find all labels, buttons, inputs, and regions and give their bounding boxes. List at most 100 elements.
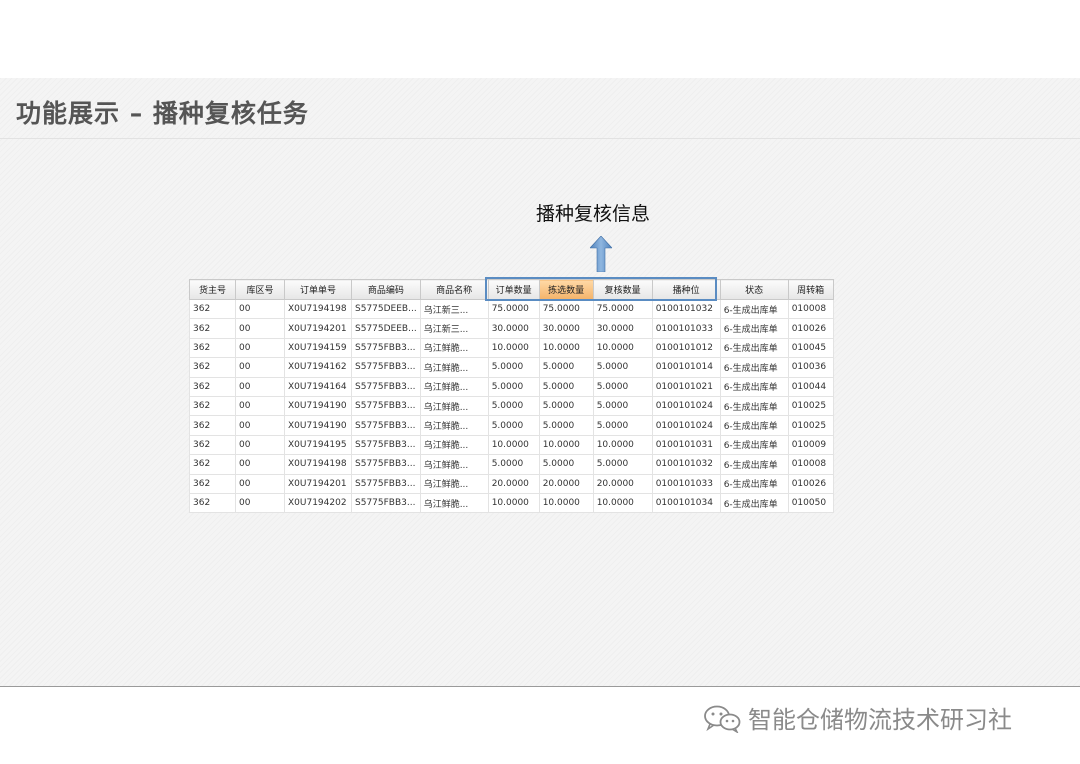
table-cell: 362 (189, 415, 236, 436)
table-cell: 0100101014 (651, 357, 721, 378)
table-cell: 0100101031 (651, 435, 721, 456)
wechat-icon (704, 705, 741, 733)
column-header[interactable]: 订单单号 (284, 279, 352, 300)
column-header[interactable]: 商品名称 (419, 279, 489, 300)
table-cell: 0100101034 (651, 493, 721, 514)
table-cell: 10.0000 (538, 493, 594, 514)
up-arrow-icon (590, 236, 612, 272)
table-cell: S5775FBB3... (351, 415, 421, 436)
table-cell: 00 (235, 396, 285, 417)
table-row[interactable]: 362 00 X0U7194198 S5775FBB3... 乌江鲜脆... 5.0000… (189, 454, 834, 475)
column-header[interactable]: 货主号 (189, 279, 236, 300)
table-cell: 362 (189, 377, 236, 397)
table-cell: 0100101032 (651, 299, 721, 320)
table-cell: 6-生成出库单 (719, 299, 789, 320)
table-cell: X0U7194162 (284, 357, 352, 378)
table-cell: 0100101012 (651, 338, 721, 359)
data-grid: 货主号 库区号 订单单号 商品编码 商品名称 订单数量 拣选数量 复核数量 播种位 状态 周转箱 3… (189, 279, 834, 514)
table-row[interactable]: 362 00 X0U7194190 S5775FBB3... 乌江鲜脆... 5.0000… (189, 396, 834, 417)
table-cell: S5775FBB3... (351, 435, 421, 456)
table-cell: 0100101033 (651, 474, 721, 494)
table-cell: 10.0000 (487, 435, 540, 456)
grid-body: 362 00 X0U7194198 S5775DEEB... 乌江新三... 75.000… (189, 299, 834, 514)
watermark-text: 智能仓储物流技术研习社 (748, 706, 1012, 734)
table-cell: X0U7194202 (284, 493, 352, 514)
table-cell: 00 (235, 435, 285, 456)
table-cell: X0U7194164 (284, 377, 352, 397)
column-header[interactable]: 周转箱 (787, 279, 834, 300)
table-cell: 0100101021 (651, 377, 721, 397)
table-cell: 75.0000 (592, 299, 653, 320)
table-cell: 6-生成出库单 (719, 435, 789, 456)
table-cell: 010026 (787, 474, 834, 494)
table-cell: 0100101024 (651, 396, 721, 417)
table-cell: 00 (235, 357, 285, 378)
table-cell: X0U7194198 (284, 299, 352, 320)
table-cell: 10.0000 (538, 338, 594, 359)
column-header[interactable]: 库区号 (235, 279, 285, 300)
table-row[interactable]: 362 00 X0U7194202 S5775FBB3... 乌江鲜脆... 10.000… (189, 493, 834, 514)
table-row[interactable]: 362 00 X0U7194190 S5775FBB3... 乌江鲜脆... 5.0000… (189, 415, 834, 436)
table-cell: 0100101033 (651, 318, 721, 339)
table-cell: 00 (235, 299, 285, 320)
column-header[interactable]: 播种位 (651, 279, 721, 300)
table-row[interactable]: 362 00 X0U7194162 S5775FBB3... 乌江鲜脆... 5.0000… (189, 357, 834, 378)
table-cell: 6-生成出库单 (719, 474, 789, 494)
table-cell: 010045 (787, 338, 834, 359)
table-cell: 乌江鲜脆... (419, 474, 489, 494)
table-cell: 00 (235, 493, 285, 514)
table-row[interactable]: 362 00 X0U7194201 S5775FBB3... 乌江鲜脆... 20.000… (189, 474, 834, 494)
table-cell: X0U7194195 (284, 435, 352, 456)
table-cell: 5.0000 (487, 377, 540, 397)
table-cell: 010025 (787, 396, 834, 417)
table-cell: 0100101032 (651, 454, 721, 475)
table-cell: 10.0000 (592, 435, 653, 456)
table-cell: X0U7194159 (284, 338, 352, 359)
table-cell: 乌江新三... (419, 318, 489, 339)
table-row[interactable]: 362 00 X0U7194198 S5775DEEB... 乌江新三... 75.000… (189, 299, 834, 320)
table-cell: 乌江鲜脆... (419, 338, 489, 359)
table-cell: S5775DEEB... (351, 318, 421, 339)
table-cell: 362 (189, 474, 236, 494)
column-header[interactable]: 订单数量 (487, 279, 540, 300)
table-cell: 10.0000 (487, 338, 540, 359)
column-header[interactable]: 拣选数量 (538, 279, 594, 300)
table-row[interactable]: 362 00 X0U7194201 S5775DEEB... 乌江新三... 30.000… (189, 318, 834, 339)
table-cell: X0U7194190 (284, 415, 352, 436)
column-header[interactable]: 商品编码 (351, 279, 421, 300)
table-cell: 362 (189, 435, 236, 456)
table-cell: 5.0000 (592, 396, 653, 417)
table-cell: 5.0000 (592, 377, 653, 397)
table-cell: 乌江鲜脆... (419, 454, 489, 475)
table-row[interactable]: 362 00 X0U7194164 S5775FBB3... 乌江鲜脆... 5.0000… (189, 377, 834, 397)
column-header[interactable]: 复核数量 (592, 279, 653, 300)
table-cell: X0U7194201 (284, 474, 352, 494)
table-cell: 0100101024 (651, 415, 721, 436)
table-cell: S5775FBB3... (351, 357, 421, 378)
table-cell: 乌江鲜脆... (419, 396, 489, 417)
table-cell: S5775FBB3... (351, 493, 421, 514)
table-cell: 乌江鲜脆... (419, 377, 489, 397)
table-row[interactable]: 362 00 X0U7194159 S5775FBB3... 乌江鲜脆... 10.000… (189, 338, 834, 359)
table-cell: 5.0000 (538, 396, 594, 417)
table-cell: 6-生成出库单 (719, 493, 789, 514)
table-cell: 乌江鲜脆... (419, 415, 489, 436)
table-cell: S5775FBB3... (351, 396, 421, 417)
table-cell: 00 (235, 415, 285, 436)
data-grid-wrapper: 货主号 库区号 订单单号 商品编码 商品名称 订单数量 拣选数量 复核数量 播种位 状态 周转箱 3… (189, 277, 834, 514)
table-row[interactable]: 362 00 X0U7194195 S5775FBB3... 乌江鲜脆... 10.000… (189, 435, 834, 456)
table-cell: 6-生成出库单 (719, 396, 789, 417)
table-cell: 010044 (787, 377, 834, 397)
column-header[interactable]: 状态 (719, 279, 789, 300)
table-cell: 10.0000 (538, 435, 594, 456)
table-cell: 010026 (787, 318, 834, 339)
table-cell: 20.0000 (487, 474, 540, 494)
table-cell: 00 (235, 377, 285, 397)
table-cell: 5.0000 (592, 415, 653, 436)
table-cell: 6-生成出库单 (719, 415, 789, 436)
table-cell: 362 (189, 454, 236, 475)
slide: 功能展示 – 播种复核任务 播种复核信息 货主号 库区号 订单单号 商品编码 商品名称订… (0, 78, 1080, 687)
table-cell: 010008 (787, 299, 834, 320)
table-cell: 5.0000 (487, 357, 540, 378)
table-cell: 5.0000 (487, 454, 540, 475)
